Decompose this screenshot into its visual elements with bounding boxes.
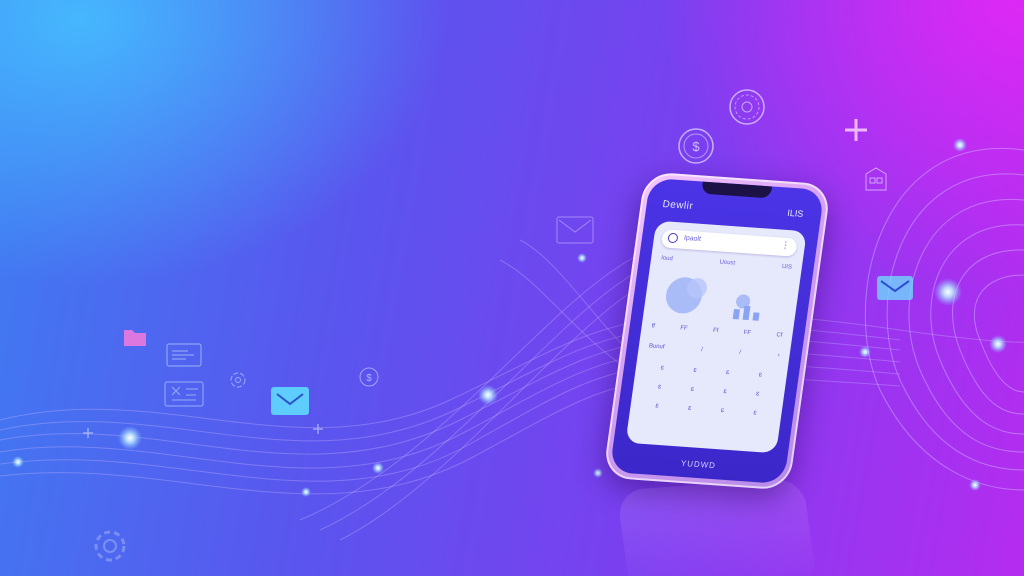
app-status: ILIS (786, 207, 804, 219)
keypad-key[interactable]: ɛ (711, 368, 745, 377)
chevron-right-icon[interactable]: › (777, 352, 780, 358)
app-card: Ipaolt ⋮ Ioud Uoust UIS ff FF Ff FF Cf B… (625, 220, 807, 454)
tick-label: Ff (712, 327, 719, 335)
search-bar[interactable]: Ipaolt ⋮ (660, 229, 798, 257)
app-chart-graphic (665, 277, 760, 321)
keypad-key[interactable]: ɛ (741, 389, 775, 398)
label-item: Uoust (719, 259, 736, 267)
svg-text:$: $ (692, 139, 700, 154)
background-waves (0, 138, 1024, 541)
tick-label: FF (679, 325, 688, 332)
app-footer-text: YUDWD (680, 458, 717, 471)
phone-screen: Dewlir ILIS Ipaolt ⋮ Ioud Uoust UIS ff F… (609, 177, 825, 485)
keypad-key[interactable]: ɛ (706, 406, 740, 415)
svg-text:$: $ (366, 373, 372, 384)
filter-divider: / (700, 347, 704, 354)
filter-row: Bunuf / / › (648, 343, 780, 358)
keypad-key[interactable]: ɛ (646, 363, 680, 372)
more-menu-icon[interactable]: ⋮ (780, 241, 790, 252)
search-icon (667, 232, 679, 244)
folder-icon (124, 330, 146, 346)
plus-icon (845, 119, 867, 141)
keypad-key[interactable]: ɛ (708, 387, 742, 396)
dollar-coin-icon: $ (678, 128, 714, 164)
keypad-key[interactable]: ɛ (676, 385, 710, 394)
chat-icon (729, 89, 765, 125)
phone-notch (701, 181, 773, 199)
keypad-grid: ɛ ɛ ɛ ɛ ɛ ɛ ɛ ɛ ɛ ɛ ɛ ɛ (640, 363, 777, 417)
mail-icon (877, 276, 913, 300)
filter-divider: / (738, 349, 742, 356)
keypad-key[interactable]: ɛ (643, 382, 677, 391)
tick-label: FF (743, 329, 752, 337)
tick-label: ff (651, 323, 656, 330)
search-placeholder: Ipaolt (683, 234, 702, 243)
settings-icon (94, 530, 126, 562)
tick-label: Cf (775, 332, 783, 339)
store-icon (865, 167, 887, 191)
keypad-key[interactable]: ɛ (640, 401, 674, 410)
keypad-key[interactable]: ɛ (678, 366, 712, 375)
mail-icon (271, 387, 309, 415)
hero-scene: $ $ Dewlir ILIS Ipaolt ⋮ Ioud Uoust UIS … (0, 0, 1024, 576)
keypad-key[interactable]: ɛ (738, 408, 772, 417)
document-icon (166, 343, 202, 367)
keypad-key[interactable]: ɛ (673, 404, 707, 413)
dollar-coin-icon: $ (359, 367, 379, 387)
app-title: Dewlir (661, 198, 694, 213)
settings-icon (164, 381, 204, 407)
mail-icon (556, 216, 594, 244)
keypad-key[interactable]: ɛ (744, 370, 778, 379)
location-icon (230, 372, 246, 388)
label-item: Ioud (660, 255, 674, 263)
label-item: UIS (781, 263, 793, 271)
phone-reflection (616, 477, 818, 576)
filter-label[interactable]: Bunuf (648, 343, 664, 350)
